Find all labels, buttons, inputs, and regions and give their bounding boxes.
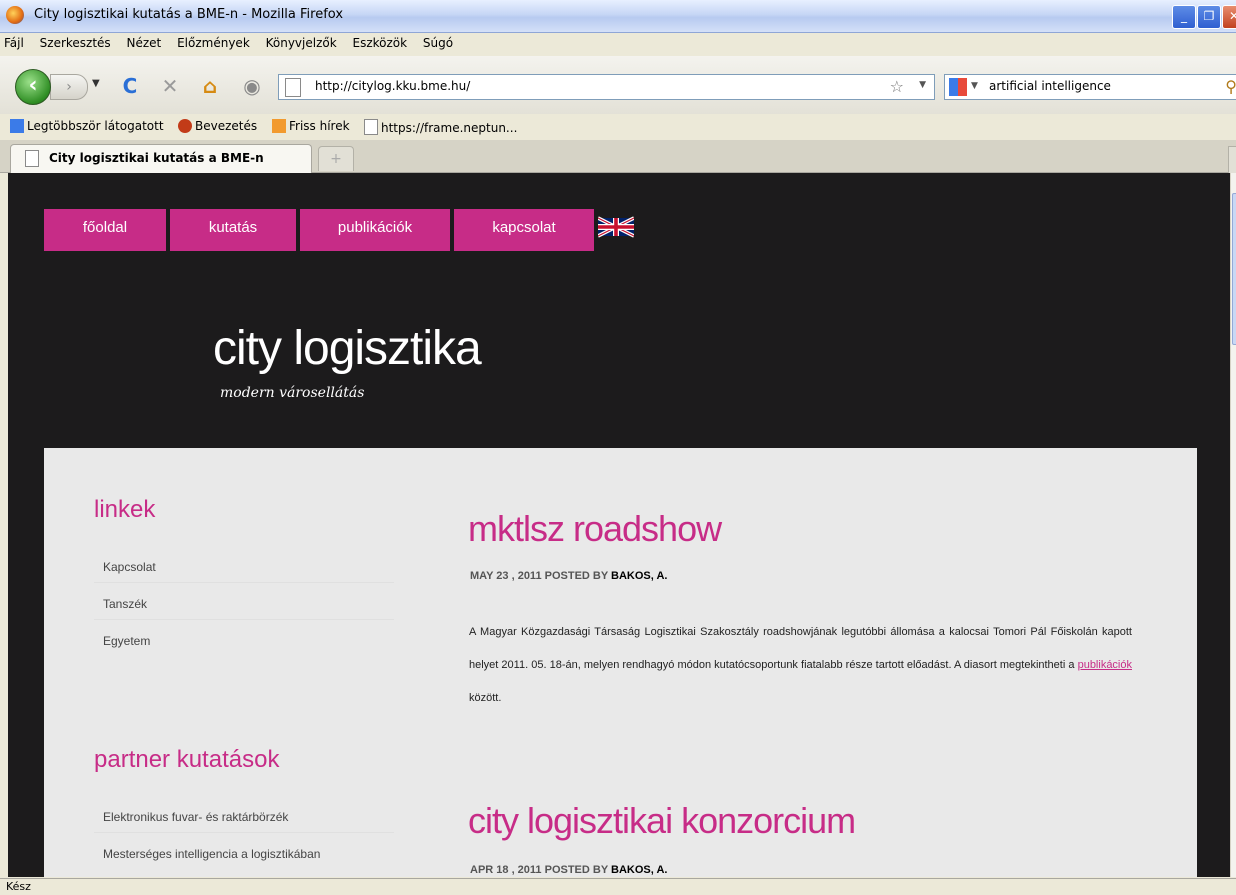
url-text: http://citylog.kku.bme.hu/ (315, 79, 471, 93)
navigation-toolbar: › ‹ ▼ C ✕ ⌂ ◉ http://citylog.kku.bme.hu/… (0, 56, 1236, 114)
menu-bar: Fájl Szerkesztés Nézet Előzmények Könyvj… (0, 33, 1236, 55)
menu-edit[interactable]: Szerkesztés (40, 33, 111, 50)
menu-help[interactable]: Súgó (423, 33, 453, 50)
window-title: City logisztikai kutatás a BME-n - Mozil… (34, 7, 344, 22)
site-identity-icon[interactable]: ◉ (240, 74, 264, 98)
most-visited-icon (10, 119, 24, 133)
browser-window: City logisztikai kutatás a BME-n - Mozil… (0, 0, 1236, 895)
page-icon (25, 150, 39, 167)
title-bar: City logisztikai kutatás a BME-n - Mozil… (0, 0, 1236, 33)
nav-research[interactable]: kutatás (170, 209, 296, 251)
search-engine-dropdown-icon[interactable]: ▼ (971, 81, 978, 91)
bookmark-most-visited[interactable]: Legtöbbször látogatott (10, 119, 164, 133)
page-content: főoldal kutatás publikációk kapcsolat ci… (8, 173, 1230, 877)
post-meta: MAY 23 , 2011 POSTED BY BAKOS, A. (470, 570, 668, 582)
status-text: Kész (6, 880, 31, 893)
bookmark-intro[interactable]: Bevezetés (178, 119, 257, 133)
search-box[interactable]: ▼ artificial intelligence ⚲ (944, 74, 1236, 100)
menu-bookmarks[interactable]: Könyvjelzők (266, 33, 337, 50)
partner-heading: partner kutatások (94, 746, 280, 773)
links-heading: linkek (94, 496, 156, 523)
sidebar-link-exchanges[interactable]: Elektronikus fuvar- és raktárbörzék (103, 810, 288, 824)
menu-tools[interactable]: Eszközök (352, 33, 407, 50)
scrollbar-thumb[interactable] (1232, 193, 1236, 345)
vertical-scrollbar[interactable] (1230, 173, 1236, 877)
url-bar[interactable]: http://citylog.kku.bme.hu/ ☆ ▼ (278, 74, 935, 100)
post-body: A Magyar Közgazdasági Társaság Logisztik… (469, 626, 1132, 704)
divider (94, 832, 394, 833)
sidebar-link-university[interactable]: Egyetem (103, 634, 150, 648)
menu-view[interactable]: Nézet (127, 33, 162, 50)
new-tab-button[interactable]: + (318, 146, 354, 171)
url-dropdown-icon[interactable]: ▼ (919, 80, 926, 90)
firefox-logo-icon (6, 6, 24, 24)
rss-icon (272, 119, 286, 133)
tab-strip: City logisztikai kutatás a BME-n + (0, 140, 1236, 174)
post-author[interactable]: BAKOS, A. (611, 864, 667, 876)
search-term: artificial intelligence (989, 79, 1111, 93)
close-button[interactable]: ✕ (1222, 5, 1236, 29)
post-meta: APR 18 , 2011 POSTED BY BAKOS, A. (470, 864, 668, 876)
english-flag-icon[interactable] (598, 213, 634, 241)
site-tagline: modern városellátás (220, 385, 365, 401)
site-title: city logisztika (213, 322, 482, 375)
minimize-button[interactable]: _ (1172, 5, 1196, 29)
history-dropdown-icon[interactable]: ▼ (92, 78, 100, 89)
sidebar-link-contact[interactable]: Kapcsolat (103, 560, 156, 574)
status-bar: Kész (0, 878, 1236, 895)
bookmark-star-icon[interactable]: ☆ (890, 77, 904, 96)
post-title[interactable]: city logisztikai konzorcium (468, 800, 856, 842)
reload-icon[interactable]: C (118, 74, 142, 98)
page-icon (285, 78, 301, 97)
post-author[interactable]: BAKOS, A. (611, 570, 667, 582)
tab-active[interactable]: City logisztikai kutatás a BME-n (10, 144, 312, 173)
sidebar-link-department[interactable]: Tanszék (103, 597, 147, 611)
getting-started-icon (178, 119, 192, 133)
bookmark-neptun[interactable]: https://frame.neptun... (364, 119, 517, 135)
content-panel: linkek Kapcsolat Tanszék Egyetem partner… (44, 448, 1197, 877)
nav-home[interactable]: főoldal (44, 209, 166, 251)
tab-scroll-button[interactable] (1228, 146, 1236, 174)
home-icon[interactable]: ⌂ (198, 74, 222, 98)
bookmarks-bar: Legtöbbször látogatott Bevezetés Friss h… (0, 115, 1236, 139)
google-icon[interactable] (949, 78, 967, 96)
publications-link[interactable]: publikációk (1078, 659, 1132, 671)
sidebar-link-ai-logistics[interactable]: Mesterséges intelligencia a logisztikába… (103, 847, 320, 861)
menu-file[interactable]: Fájl (4, 33, 24, 50)
nav-contact[interactable]: kapcsolat (454, 209, 594, 251)
search-icon[interactable]: ⚲ (1225, 77, 1236, 96)
tab-label: City logisztikai kutatás a BME-n (49, 151, 264, 165)
menu-history[interactable]: Előzmények (177, 33, 250, 50)
page-icon (364, 119, 378, 135)
divider (94, 582, 394, 583)
divider (94, 619, 394, 620)
post-title[interactable]: mktlsz roadshow (468, 508, 722, 550)
bookmark-news[interactable]: Friss hírek (272, 119, 350, 133)
restore-button[interactable]: ❐ (1197, 5, 1221, 29)
forward-button[interactable]: › (50, 74, 88, 100)
back-button[interactable]: ‹ (15, 69, 51, 105)
stop-icon[interactable]: ✕ (158, 74, 182, 98)
nav-publications[interactable]: publikációk (300, 209, 450, 251)
